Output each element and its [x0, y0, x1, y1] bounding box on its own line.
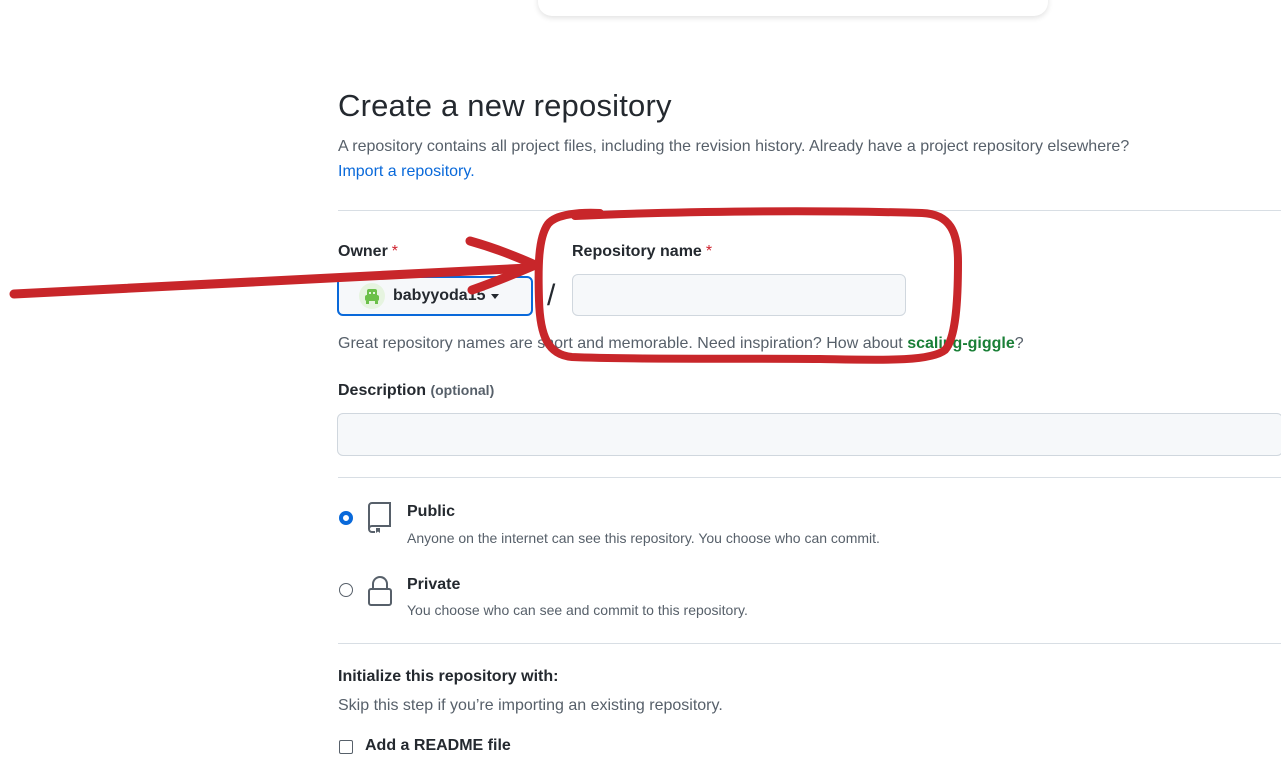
- annotation-arrow-head-upper: [465, 236, 538, 269]
- hint-prefix: Great repository names are short and mem…: [338, 335, 908, 352]
- page-title: Create a new repository: [338, 88, 672, 123]
- divider-middle: [338, 477, 1281, 478]
- add-readme-checkbox[interactable]: [339, 740, 353, 754]
- repo-name-label-text: Repository name: [572, 243, 702, 260]
- owner-label: Owner *: [338, 243, 398, 261]
- divider-top: [338, 210, 1281, 211]
- private-description: You choose who can see and commit to thi…: [407, 602, 748, 618]
- divider-bottom: [338, 643, 1281, 644]
- public-description: Anyone on the internet can see this repo…: [407, 530, 880, 546]
- repo-name-hint: Great repository names are short and mem…: [338, 332, 1024, 356]
- owner-repo-separator: /: [547, 279, 556, 312]
- top-card: [538, 0, 1048, 16]
- repo-icon: [368, 502, 391, 533]
- description-optional: (optional): [430, 382, 495, 398]
- repository-name-input[interactable]: [572, 274, 906, 316]
- repo-name-label: Repository name *: [572, 243, 712, 261]
- page-description: A repository contains all project files,…: [338, 138, 1130, 155]
- repo-name-required-mark: *: [705, 243, 713, 260]
- caret-down-icon: [491, 293, 500, 299]
- description-input[interactable]: [337, 413, 1281, 456]
- description-label: Description (optional): [338, 382, 494, 400]
- add-readme-label[interactable]: Add a README file: [365, 737, 511, 755]
- hint-suffix: ?: [1014, 335, 1024, 352]
- owner-label-text: Owner: [338, 243, 388, 260]
- private-radio[interactable]: [339, 583, 353, 597]
- description-label-text: Description: [338, 382, 427, 399]
- public-title: Public: [407, 503, 456, 520]
- private-title: Private: [407, 576, 461, 593]
- import-repository-link[interactable]: Import a repository.: [338, 159, 475, 185]
- owner-required-mark: *: [391, 243, 399, 260]
- initialize-title: Initialize this repository with:: [338, 668, 559, 685]
- owner-name: babyyoda15: [393, 287, 486, 304]
- initialize-description: Skip this step if you’re importing an ex…: [338, 697, 723, 714]
- lock-icon: [368, 576, 392, 606]
- avatar-icon: [359, 283, 385, 309]
- name-suggestion-link[interactable]: scaling-giggle: [907, 335, 1015, 352]
- owner-dropdown-button[interactable]: babyyoda15: [337, 276, 533, 316]
- public-radio[interactable]: [339, 511, 353, 525]
